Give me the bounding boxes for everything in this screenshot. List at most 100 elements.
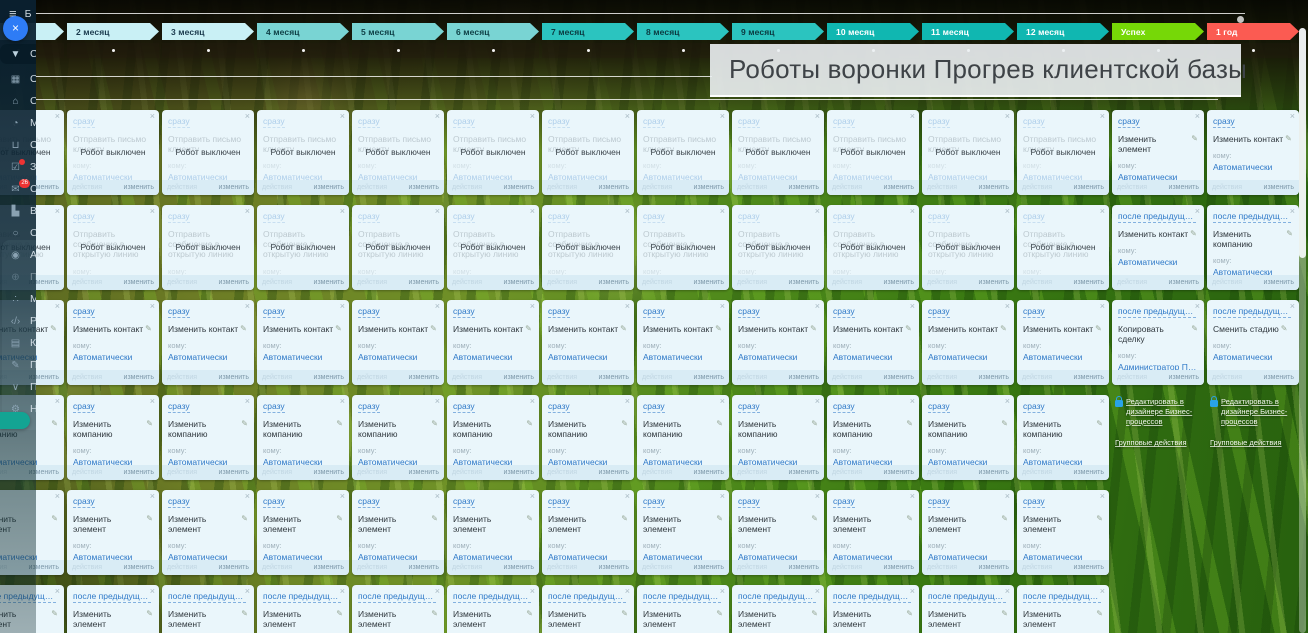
card-edit-link[interactable]: изменить — [789, 469, 819, 476]
close-icon[interactable]: × — [720, 397, 725, 406]
robot-trigger-link[interactable]: сразу — [738, 116, 760, 128]
card-actions-link[interactable]: действия — [927, 279, 957, 286]
robot-assignee-link[interactable]: Автоматически — [358, 352, 438, 362]
close-icon[interactable]: × — [625, 112, 630, 121]
funnel-stage-tab[interactable]: 6 месяц — [447, 23, 539, 40]
robot-card[interactable]: × сразу Изменить контакт ✎ кому: Автомат… — [922, 300, 1014, 385]
close-icon[interactable]: × — [55, 587, 60, 596]
close-icon[interactable]: × — [910, 492, 915, 501]
edit-pencil-icon[interactable]: ✎ — [715, 324, 722, 334]
card-edit-link[interactable]: изменить — [219, 279, 249, 286]
edit-pencil-icon[interactable]: ✎ — [431, 514, 438, 524]
robot-assignee-link[interactable]: Автоматически — [168, 352, 248, 362]
robot-trigger-link[interactable]: сразу — [168, 211, 190, 223]
sidebar-item[interactable]: ○С — [0, 226, 36, 240]
robot-card-disabled[interactable]: × сразу Отправить письмо клиенту кому: А… — [922, 110, 1014, 195]
robot-assignee-link[interactable]: Автоматически — [833, 352, 913, 362]
card-actions-link[interactable]: действия — [642, 564, 672, 571]
sidebar-item[interactable]: ▼С — [0, 44, 36, 64]
close-icon[interactable]: × — [55, 207, 60, 216]
robot-assignee-link[interactable]: Автоматически — [73, 352, 153, 362]
robot-trigger-link[interactable]: сразу — [1023, 116, 1045, 128]
robot-trigger-link[interactable]: после предыдущего — [1213, 211, 1291, 223]
card-actions-link[interactable]: действия — [167, 184, 197, 191]
robot-assignee-link[interactable]: Автоматически — [643, 352, 723, 362]
card-actions-link[interactable]: действия — [547, 279, 577, 286]
close-icon[interactable]: × — [435, 302, 440, 311]
robot-card[interactable]: × сразу Изменить элемент ✎ кому: Автомат… — [922, 490, 1014, 575]
card-edit-link[interactable]: изменить — [979, 184, 1009, 191]
robot-card[interactable]: × после предыдущего, п... Изменить элеме… — [162, 585, 254, 633]
close-icon[interactable]: × — [245, 397, 250, 406]
robot-card[interactable]: × сразу Изменить контакт ✎ кому: Автомат… — [1017, 300, 1109, 385]
close-icon[interactable]: × — [340, 492, 345, 501]
card-actions-link[interactable]: действия — [1117, 184, 1147, 191]
edit-pencil-icon[interactable]: ✎ — [241, 609, 248, 619]
robot-trigger-link[interactable]: сразу — [73, 496, 95, 508]
robot-trigger-link[interactable]: сразу — [453, 306, 475, 318]
robot-card[interactable]: × сразу Изменить элемент ✎ кому: Автомат… — [1017, 490, 1109, 575]
sidebar-item[interactable]: ∴М — [0, 292, 36, 306]
edit-pencil-icon[interactable]: ✎ — [1190, 229, 1197, 239]
close-icon[interactable]: × — [55, 112, 60, 121]
robot-assignee-link[interactable]: Автоматически — [1118, 257, 1198, 267]
close-icon[interactable]: × — [340, 207, 345, 216]
card-edit-link[interactable]: изменить — [1169, 184, 1199, 191]
close-icon[interactable]: × — [625, 587, 630, 596]
card-actions-link[interactable]: действия — [927, 184, 957, 191]
robot-trigger-link[interactable]: сразу — [453, 496, 475, 508]
card-edit-link[interactable]: изменить — [504, 184, 534, 191]
card-edit-link[interactable]: изменить — [1074, 279, 1104, 286]
robot-trigger-link[interactable]: сразу — [453, 116, 475, 128]
card-actions-link[interactable]: действия — [927, 469, 957, 476]
robot-trigger-link[interactable]: сразу — [1023, 401, 1045, 413]
robot-card-disabled[interactable]: × сразу Отправить сообщение в открытую л… — [637, 205, 729, 290]
robot-card[interactable]: × сразу Изменить контакт ✎ кому: Автомат… — [162, 300, 254, 385]
robot-trigger-link[interactable]: сразу — [738, 211, 760, 223]
card-actions-link[interactable]: действия — [72, 279, 102, 286]
close-icon[interactable]: × — [625, 302, 630, 311]
robot-trigger-link[interactable]: после предыдущего — [1213, 306, 1291, 318]
close-icon[interactable]: × — [340, 397, 345, 406]
card-edit-link[interactable]: изменить — [409, 184, 439, 191]
card-edit-link[interactable]: изменить — [219, 469, 249, 476]
robot-card-disabled[interactable]: × сразу Отправить сообщение в открытую л… — [162, 205, 254, 290]
robot-card[interactable]: × сразу Изменить элемент ✎ кому: Автомат… — [352, 490, 444, 575]
close-icon[interactable]: × — [1100, 112, 1105, 121]
close-icon[interactable]: × — [1100, 397, 1105, 406]
card-actions-link[interactable]: действия — [642, 469, 672, 476]
card-edit-link[interactable]: изменить — [694, 279, 724, 286]
close-icon[interactable]: × — [815, 397, 820, 406]
robot-card-disabled[interactable]: × сразу Отправить сообщение в открытую л… — [922, 205, 1014, 290]
card-edit-link[interactable]: изменить — [504, 374, 534, 381]
funnel-stage-tab[interactable]: 11 месяц — [922, 23, 1014, 40]
edit-pencil-icon[interactable]: ✎ — [1285, 134, 1292, 144]
stage-column-strip[interactable] — [447, 43, 539, 58]
funnel-stage-tab[interactable]: 3 месяц — [162, 23, 254, 40]
robot-trigger-link[interactable]: сразу — [1023, 496, 1045, 508]
edit-pencil-icon[interactable]: ✎ — [1096, 609, 1103, 619]
card-edit-link[interactable]: изменить — [219, 374, 249, 381]
card-edit-link[interactable]: изменить — [314, 374, 344, 381]
card-actions-link[interactable]: действия — [832, 564, 862, 571]
close-icon[interactable]: × — [720, 112, 725, 121]
card-actions-link[interactable]: действия — [642, 279, 672, 286]
edit-pencil-icon[interactable]: ✎ — [1001, 609, 1008, 619]
robot-trigger-link[interactable]: сразу — [168, 306, 190, 318]
stage-column-strip[interactable] — [352, 43, 444, 58]
edit-pencil-icon[interactable]: ✎ — [620, 324, 627, 334]
robot-card[interactable]: × после предыдущего Сменить стадию ✎ ком… — [1207, 300, 1299, 385]
robot-card[interactable]: × сразу Изменить контакт ✎ кому: Автомат… — [827, 300, 919, 385]
card-actions-link[interactable]: действия — [1022, 564, 1052, 571]
robot-trigger-link[interactable]: сразу — [73, 116, 95, 128]
robot-trigger-link[interactable]: сразу — [453, 401, 475, 413]
close-icon[interactable]: × — [910, 207, 915, 216]
card-actions-link[interactable]: действия — [927, 564, 957, 571]
sidebar-item[interactable]: ▦О — [0, 72, 36, 86]
card-actions-link[interactable]: действия — [832, 184, 862, 191]
card-actions-link[interactable]: действия — [262, 184, 292, 191]
robot-trigger-link[interactable]: после предыдущего — [1118, 306, 1196, 318]
robot-trigger-link[interactable]: после предыдущего, п... — [168, 591, 246, 603]
robot-card[interactable]: × сразу Изменить контакт ✎ кому: Автомат… — [542, 300, 634, 385]
robot-trigger-link[interactable]: сразу — [833, 496, 855, 508]
